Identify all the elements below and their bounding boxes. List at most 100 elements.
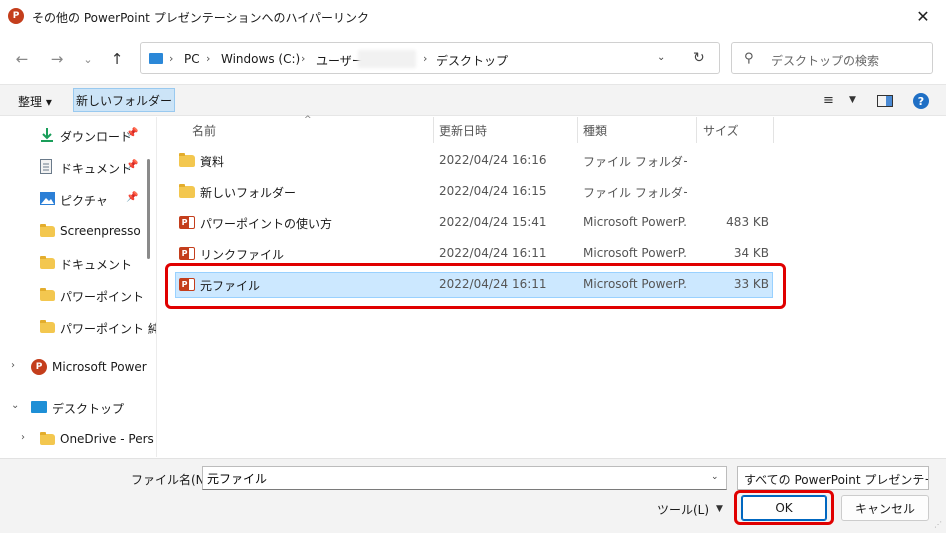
folder-icon bbox=[40, 288, 55, 301]
sidebar-item-label: ダウンロード bbox=[60, 130, 133, 144]
sidebar-item-onedrive[interactable]: › OneDrive - Pers bbox=[0, 427, 156, 451]
sidebar-item-documents-folder[interactable]: ドキュメント bbox=[0, 251, 156, 275]
file-type-filter[interactable]: すべての PowerPoint プレゼンテーション bbox=[737, 466, 929, 490]
column-header-type[interactable]: 種類 bbox=[583, 122, 607, 139]
folder-icon bbox=[179, 184, 195, 198]
column-divider[interactable] bbox=[433, 117, 434, 143]
powerpoint-file-icon bbox=[179, 216, 195, 229]
search-icon: ⚲ bbox=[744, 51, 754, 66]
sidebar-item-desktop[interactable]: ⌄ デスクトップ bbox=[0, 395, 156, 419]
table-row[interactable]: 資料 2022/04/24 16:16 ファイル フォルダー bbox=[175, 148, 773, 174]
document-icon bbox=[40, 159, 52, 174]
pin-icon[interactable]: 📌 bbox=[126, 128, 138, 139]
pin-icon[interactable]: 📌 bbox=[126, 192, 138, 203]
folder-icon bbox=[40, 256, 55, 269]
chevron-down-icon[interactable]: ⌄ bbox=[913, 472, 921, 482]
pin-icon[interactable]: 📌 bbox=[126, 160, 138, 171]
highlight-annotation-ok bbox=[734, 490, 834, 525]
help-icon[interactable]: ? bbox=[913, 93, 929, 109]
title-bar: P その他の PowerPoint プレゼンテーションへのハイパーリンク ✕ bbox=[0, 0, 946, 32]
sidebar-item-powerpoint[interactable]: パワーポイント bbox=[0, 283, 156, 307]
table-row[interactable]: 新しいフォルダー 2022/04/24 16:15 ファイル フォルダー bbox=[175, 179, 773, 205]
resize-grip-icon[interactable]: ⋰ bbox=[934, 520, 942, 529]
sidebar-item-label: パワーポイント 純 bbox=[60, 322, 157, 336]
breadcrumb-separator[interactable]: › bbox=[301, 52, 305, 65]
folder-icon bbox=[40, 432, 55, 445]
sidebar-item-label: パワーポイント bbox=[60, 290, 145, 304]
file-date: 2022/04/24 16:15 bbox=[439, 184, 547, 198]
chevron-right-icon[interactable]: › bbox=[21, 432, 25, 443]
breadcrumb-pc[interactable]: PC bbox=[184, 52, 200, 66]
navigation-pane: ダウンロード 📌 ドキュメント 📌 ピクチャ 📌 Screenpresso ドキ… bbox=[0, 117, 157, 457]
breadcrumb-separator[interactable]: › bbox=[169, 52, 173, 65]
cancel-button[interactable]: キャンセル bbox=[841, 495, 929, 521]
column-header-name[interactable]: 名前 bbox=[192, 122, 216, 139]
folder-icon bbox=[40, 320, 55, 333]
filename-input[interactable] bbox=[202, 466, 727, 490]
breadcrumb-separator[interactable]: › bbox=[423, 52, 427, 65]
file-type: Microsoft PowerP... bbox=[583, 215, 687, 229]
address-bar[interactable]: › PC › Windows (C:) › ユーザー › デスクトップ ⌄ ↻ bbox=[140, 42, 720, 74]
sidebar-scrollbar[interactable] bbox=[147, 159, 150, 259]
powerpoint-file-icon bbox=[179, 247, 195, 260]
file-type: ファイル フォルダー bbox=[583, 155, 687, 169]
chevron-down-icon[interactable]: ⌄ bbox=[711, 472, 719, 482]
new-folder-button[interactable]: 新しいフォルダー bbox=[73, 88, 175, 112]
window-title: その他の PowerPoint プレゼンテーションへのハイパーリンク bbox=[32, 11, 369, 25]
column-header-size[interactable]: サイズ bbox=[703, 122, 739, 139]
preview-pane-icon[interactable] bbox=[877, 95, 893, 107]
close-button[interactable]: ✕ bbox=[900, 0, 946, 32]
organize-button[interactable]: 整理 ▾ bbox=[18, 93, 52, 110]
navigation-bar: ← → ⌄ ↑ › PC › Windows (C:) › ユーザー › デスク… bbox=[0, 40, 946, 76]
refresh-icon[interactable]: ↻ bbox=[693, 50, 705, 66]
breadcrumb-windows-c[interactable]: Windows (C:) bbox=[221, 52, 300, 66]
back-button[interactable]: ← bbox=[11, 48, 33, 70]
up-button[interactable]: ↑ bbox=[106, 48, 128, 70]
command-bar: 整理 ▾ 新しいフォルダー ≡ ▼ ? bbox=[0, 84, 946, 116]
breadcrumb-separator[interactable]: › bbox=[206, 52, 210, 65]
sidebar-item-pictures[interactable]: ピクチャ 📌 bbox=[0, 187, 156, 211]
view-options-icon[interactable]: ≡ bbox=[823, 93, 834, 108]
file-name: 資料 bbox=[200, 155, 225, 169]
powerpoint-app-icon: P bbox=[8, 8, 24, 24]
chevron-right-icon[interactable]: › bbox=[11, 360, 15, 371]
sidebar-item-label: Screenpresso bbox=[60, 224, 141, 238]
column-divider[interactable] bbox=[773, 117, 774, 143]
chevron-down-icon[interactable]: ▼ bbox=[716, 504, 723, 514]
file-date: 2022/04/24 16:11 bbox=[439, 246, 547, 260]
breadcrumb-desktop[interactable]: デスクトップ bbox=[436, 52, 508, 69]
sidebar-item-documents[interactable]: ドキュメント 📌 bbox=[0, 155, 156, 179]
sidebar-item-label: ドキュメント bbox=[60, 258, 133, 272]
powerpoint-icon: P bbox=[31, 359, 47, 375]
sidebar-item-label: Microsoft Power bbox=[52, 360, 147, 374]
sidebar-item-label: ピクチャ bbox=[60, 194, 108, 208]
column-divider[interactable] bbox=[696, 117, 697, 143]
sidebar-item-downloads[interactable]: ダウンロード 📌 bbox=[0, 123, 156, 147]
sidebar-item-powerpoint-2[interactable]: パワーポイント 純 bbox=[0, 315, 157, 339]
sidebar-item-microsoft-powerpoint[interactable]: › P Microsoft Power bbox=[0, 355, 156, 379]
chevron-down-icon[interactable]: ⌄ bbox=[11, 400, 19, 411]
search-box[interactable]: ⚲ デスクトップの検索 bbox=[731, 42, 933, 74]
sidebar-item-screenpresso[interactable]: Screenpresso bbox=[0, 219, 156, 243]
file-name: パワーポイントの使い方 bbox=[200, 217, 333, 231]
file-size: 483 KB bbox=[726, 215, 769, 229]
desktop-icon bbox=[31, 401, 47, 413]
picture-icon bbox=[40, 192, 55, 205]
chevron-down-icon[interactable]: ⌄ bbox=[657, 52, 665, 63]
sidebar-item-label: ドキュメント bbox=[60, 162, 133, 176]
file-name: 新しいフォルダー bbox=[200, 186, 297, 200]
column-divider[interactable] bbox=[577, 117, 578, 143]
breadcrumb-users[interactable]: ユーザー bbox=[316, 52, 364, 69]
folder-icon bbox=[179, 153, 195, 167]
sort-ascending-icon: ^ bbox=[304, 115, 312, 125]
file-name: リンクファイル bbox=[200, 248, 285, 262]
tools-button[interactable]: ツール(L) bbox=[657, 501, 709, 518]
forward-button[interactable]: → bbox=[46, 48, 68, 70]
search-input[interactable]: デスクトップの検索 bbox=[771, 52, 879, 69]
table-row[interactable]: パワーポイントの使い方 2022/04/24 15:41 Microsoft P… bbox=[175, 210, 773, 236]
blurred-username bbox=[358, 50, 416, 68]
folder-icon bbox=[40, 224, 55, 237]
column-header-date[interactable]: 更新日時 bbox=[439, 122, 487, 139]
chevron-down-icon[interactable]: ▼ bbox=[849, 95, 856, 105]
recent-locations-button[interactable]: ⌄ bbox=[77, 48, 99, 70]
